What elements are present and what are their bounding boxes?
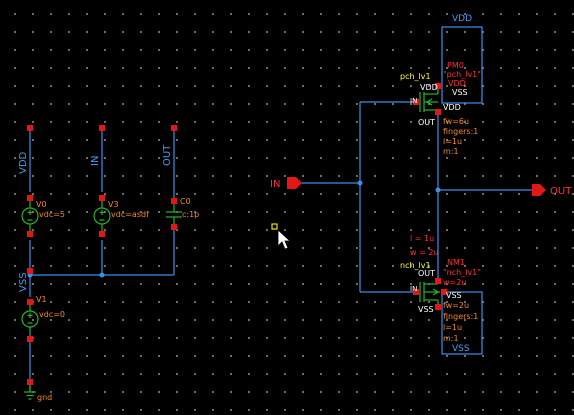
junctions <box>27 180 441 278</box>
nmos-w-equation: w = 2u <box>410 248 439 257</box>
nmos-m-param: m:1 <box>443 334 459 343</box>
nmos-fingers-param: fingers:1 <box>443 312 478 321</box>
schematic-drawing: VDD IN OUT VSS V0 vdc=5 V3 vdc=asdf C0 c… <box>18 14 572 402</box>
pmos-fingers-param: fingers:1 <box>443 127 478 136</box>
v1-source-symbol[interactable] <box>21 302 39 334</box>
pmos-vdd-box-label: VDD <box>452 14 472 24</box>
pin-square[interactable] <box>171 198 177 204</box>
pin-square[interactable] <box>27 125 33 131</box>
v3-instance-name: V3 <box>108 200 119 209</box>
nmos-l-param: l=1u <box>443 323 462 332</box>
in-net-label: IN <box>90 156 101 166</box>
pmos-source-pin: VDD <box>420 83 438 92</box>
out-port-label: OUT <box>550 186 572 197</box>
pin-markers <box>27 83 447 385</box>
pin-square[interactable] <box>435 109 441 115</box>
vdd-net-label: VDD <box>18 151 29 174</box>
nmos-vss-pin-label: VSS <box>446 291 462 300</box>
pmos-fw-param: fw=6u <box>443 117 469 126</box>
vss-net-label: VSS <box>18 272 29 292</box>
junction-dot <box>435 187 441 193</box>
nmos-vss-box-label: VSS <box>452 344 470 354</box>
nmos-source-pin: VSS <box>418 305 434 314</box>
c0-parameter: c:1p <box>182 210 199 219</box>
nmos-instance-name: NM1 <box>447 258 465 267</box>
pin-square[interactable] <box>435 304 441 310</box>
pmos-vss-pin-label: VSS <box>452 88 468 97</box>
pmos-drain-pin: OUT <box>418 118 435 127</box>
in-port-label: IN <box>270 179 280 190</box>
nmos-fw-param: fw=2u <box>443 301 469 310</box>
nmos-symbol[interactable] <box>419 282 440 306</box>
pmos-body-pin: VDD <box>443 103 461 112</box>
pin-square[interactable] <box>99 231 105 237</box>
pin-square[interactable] <box>99 125 105 131</box>
cursor-snap-marker <box>271 223 278 230</box>
junction-dot <box>99 272 105 278</box>
v1-parameter: vdc=0 <box>39 310 65 319</box>
nmos-drain-pin: OUT <box>418 269 435 278</box>
pin-square[interactable] <box>435 278 441 284</box>
pin-square[interactable] <box>27 336 33 342</box>
pmos-l-param: l=1u <box>443 137 462 146</box>
pmos-instance-cell: "pch_lv1" <box>443 70 481 79</box>
pin-square[interactable] <box>171 125 177 131</box>
nmos-w-param: w=2u <box>443 278 466 287</box>
pmos-vdd-pin-label: VDD <box>448 79 466 88</box>
v3-parameter: vdc=asdf <box>111 210 149 219</box>
mouse-pointer-icon <box>277 229 292 250</box>
input-port-arrow[interactable] <box>287 177 302 189</box>
pmos-m-param: m:1 <box>443 147 459 156</box>
pmos-cell-name: pch_lv1 <box>400 72 431 81</box>
v1-instance-name: V1 <box>36 295 47 304</box>
nmos-instance-cell: "nch_lv1" <box>443 268 481 277</box>
c0-capacitor-symbol[interactable] <box>166 204 182 224</box>
c0-instance-name: C0 <box>180 197 191 206</box>
gnd-label: gnd <box>37 393 52 402</box>
v0-parameter: vdc=5 <box>39 210 65 219</box>
v0-instance-name: V0 <box>36 200 47 209</box>
nmos-gate-pin: IN <box>410 285 417 293</box>
pin-square[interactable] <box>27 231 33 237</box>
pin-square[interactable] <box>171 224 177 230</box>
junction-dot <box>357 180 363 186</box>
schematic-canvas[interactable]: VDD IN OUT VSS V0 vdc=5 V3 vdc=asdf C0 c… <box>0 0 574 415</box>
pmos-instance-name: PM0 <box>447 61 464 70</box>
output-port-arrow[interactable] <box>532 184 546 196</box>
pin-square[interactable] <box>27 299 33 305</box>
pin-square[interactable] <box>99 195 105 201</box>
nmos-l-equation: l = 1u <box>410 234 434 243</box>
pin-square[interactable] <box>27 195 33 201</box>
pmos-gate-pin: IN <box>410 97 417 105</box>
ground-symbol[interactable] <box>24 384 36 400</box>
pin-square[interactable] <box>27 379 33 385</box>
out-net-label: OUT <box>162 144 173 166</box>
